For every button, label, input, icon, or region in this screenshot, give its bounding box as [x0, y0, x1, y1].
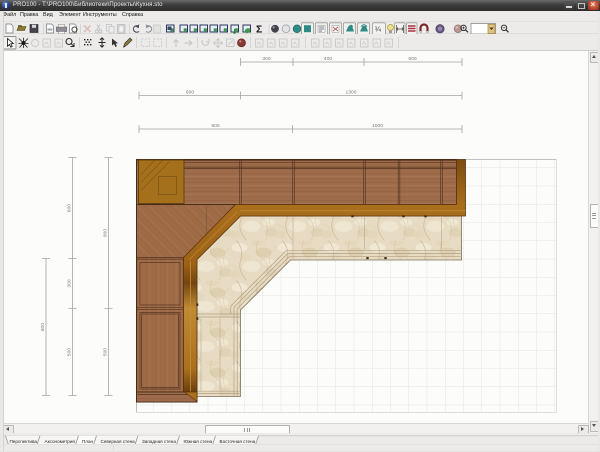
svg-text:300: 300: [262, 56, 270, 62]
svg-text:400: 400: [323, 56, 331, 62]
svg-text:800: 800: [40, 322, 46, 330]
svg-text:500: 500: [66, 347, 72, 355]
svg-text:1000: 1000: [372, 123, 383, 129]
svg-text:300: 300: [66, 279, 72, 287]
svg-text:900: 900: [102, 228, 108, 236]
svg-text:600: 600: [66, 203, 72, 211]
svg-text:¼: ¼: [375, 26, 381, 33]
svg-text:600: 600: [185, 89, 193, 95]
svg-text:900: 900: [211, 123, 219, 129]
svg-text:1300: 1300: [345, 89, 356, 95]
svg-text:600: 600: [408, 56, 416, 62]
svg-text:500: 500: [102, 347, 108, 355]
